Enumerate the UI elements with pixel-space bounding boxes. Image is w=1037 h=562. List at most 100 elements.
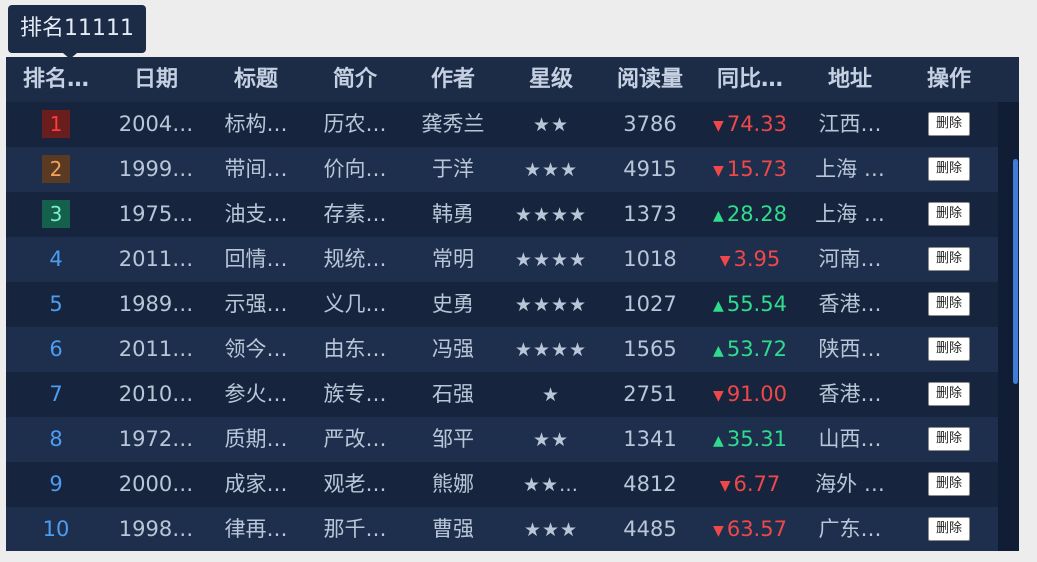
yoy-value: 3.95: [733, 247, 781, 271]
star-rating: ★★★: [523, 159, 579, 181]
header-reads[interactable]: 阅读量: [600, 57, 700, 102]
yoy-cell: ▼ 91.00: [700, 372, 800, 417]
yoy-cell: ▲ 55.54: [700, 282, 800, 327]
header-intro[interactable]: 简介: [306, 57, 404, 102]
rank-badge: 3: [42, 200, 70, 228]
stars-cell: ★★★★: [502, 282, 600, 327]
rank-badge: 4: [49, 247, 63, 271]
rank-badge: 5: [49, 292, 63, 316]
title-cell: 领今…: [224, 337, 288, 361]
trend-up-icon: ▲: [713, 343, 724, 359]
yoy-value: 6.77: [733, 472, 781, 496]
date-cell: 1999…: [118, 157, 194, 181]
address-cell: 陕西…: [818, 337, 882, 361]
yoy-cell: ▼ 6.77: [700, 462, 800, 507]
rank-cell: 1: [6, 102, 106, 147]
title-cell: 示强…: [224, 292, 288, 316]
reads-cell: 1341: [623, 427, 677, 451]
action-cell: 删除: [900, 507, 998, 551]
yoy-value: 15.73: [726, 157, 787, 181]
date-cell: 1975…: [118, 202, 194, 226]
star-rating: ★★★★: [514, 294, 588, 316]
yoy-cell: ▼ 63.57: [700, 507, 800, 551]
address-cell: 江西…: [818, 112, 882, 136]
table-row[interactable]: 7 2010… 参火… 族专… 石强 ★ 2751 ▼ 91.00 香港… 删除: [6, 372, 998, 417]
header-address[interactable]: 地址: [800, 57, 900, 102]
tooltip-text: 排名11111: [20, 16, 134, 41]
title-cell: 油支…: [224, 202, 288, 226]
trend-down-icon: ▼: [713, 523, 724, 539]
trend-down-icon: ▼: [713, 118, 724, 134]
table-row[interactable]: 4 2011… 回情… 规统… 常明 ★★★★ 1018 ▼ 3.95 河南… 删除: [6, 237, 998, 282]
yoy-cell: ▼ 15.73: [700, 147, 800, 192]
header-author[interactable]: 作者: [404, 57, 502, 102]
delete-button[interactable]: 删除: [927, 337, 970, 361]
table-row[interactable]: 3 1975… 油支… 存素… 韩勇 ★★★★ 1373 ▲ 28.28 上海 … 删除: [6, 192, 998, 237]
trend-down-icon: ▼: [713, 163, 724, 179]
address-cell: 广东…: [818, 517, 882, 541]
stars-cell: ★★★: [502, 147, 600, 192]
delete-button[interactable]: 删除: [927, 472, 970, 496]
reads-cell: 1027: [623, 292, 677, 316]
delete-button[interactable]: 删除: [927, 157, 970, 181]
date-cell: 2004…: [118, 112, 194, 136]
author-cell: 龚秀兰: [421, 112, 485, 136]
title-cell: 带间…: [224, 157, 288, 181]
header-stars[interactable]: 星级: [502, 57, 600, 102]
data-table: 排名… 日期 标题 简介 作者 星级 阅读量 同比… 地址 操作 1 2004… 标…: [6, 57, 1019, 551]
author-cell: 熊娜: [432, 472, 474, 496]
date-cell: 2010…: [118, 382, 194, 406]
table-row[interactable]: 5 1989… 示强… 义几… 史勇 ★★★★ 1027 ▲ 55.54 香港… 删除: [6, 282, 998, 327]
intro-cell: 那千…: [323, 517, 387, 541]
delete-button[interactable]: 删除: [927, 292, 970, 316]
title-cell: 标构…: [224, 112, 288, 136]
header-title[interactable]: 标题: [206, 57, 306, 102]
star-rating: ★: [541, 384, 561, 406]
table-row[interactable]: 10 1998… 律再… 那千… 曹强 ★★★ 4485 ▼ 63.57 广东… 删除: [6, 507, 998, 551]
address-cell: 山西…: [818, 427, 882, 451]
date-cell: 1989…: [118, 292, 194, 316]
yoy-value: 91.00: [726, 382, 787, 406]
delete-button[interactable]: 删除: [927, 112, 970, 136]
intro-cell: 观老…: [323, 472, 387, 496]
author-cell: 于洋: [432, 157, 474, 181]
intro-cell: 历农…: [323, 112, 387, 136]
stars-cell: ★★★★: [502, 192, 600, 237]
intro-cell: 存素…: [323, 202, 387, 226]
rank-badge: 10: [42, 517, 70, 541]
reads-cell: 4915: [623, 157, 677, 181]
rank-cell: 8: [6, 417, 106, 462]
delete-button[interactable]: 删除: [927, 517, 970, 541]
stars-cell: ★: [502, 372, 600, 417]
header-date[interactable]: 日期: [106, 57, 206, 102]
trend-down-icon: ▼: [713, 388, 724, 404]
header-rank[interactable]: 排名…: [6, 57, 106, 102]
table-row[interactable]: 9 2000… 成家… 观老… 熊娜 ★★… 4812 ▼ 6.77 海外 … 删除: [6, 462, 998, 507]
yoy-cell: ▼ 3.95: [700, 237, 800, 282]
rank-badge: 2: [42, 155, 70, 183]
intro-cell: 价向…: [323, 157, 387, 181]
yoy-value: 28.28: [726, 202, 787, 226]
yoy-cell: ▲ 35.31: [700, 417, 800, 462]
header-yoy[interactable]: 同比…: [700, 57, 800, 102]
table-row[interactable]: 1 2004… 标构… 历农… 龚秀兰 ★★ 3786 ▼ 74.33 江西… 删除: [6, 102, 998, 147]
trend-down-icon: ▼: [719, 253, 731, 269]
trend-down-icon: ▼: [719, 478, 731, 494]
rank-cell: 6: [6, 327, 106, 372]
table-row[interactable]: 8 1972… 质期… 严改… 邹平 ★★ 1341 ▲ 35.31 山西… 删除: [6, 417, 998, 462]
scrollbar-thumb[interactable]: [1013, 159, 1018, 384]
reads-cell: 1565: [623, 337, 677, 361]
delete-button[interactable]: 删除: [927, 247, 970, 271]
rank-cell: 4: [6, 237, 106, 282]
yoy-value: 74.33: [726, 112, 787, 136]
delete-button[interactable]: 删除: [927, 427, 970, 451]
intro-cell: 严改…: [323, 427, 387, 451]
table-row[interactable]: 6 2011… 领今… 由东… 冯强 ★★★★ 1565 ▲ 53.72 陕西… 删除: [6, 327, 998, 372]
header-action: 操作: [926, 67, 971, 92]
table-row[interactable]: 2 1999… 带间… 价向… 于洋 ★★★ 4915 ▼ 15.73 上海 … 删除: [6, 147, 998, 192]
delete-button[interactable]: 删除: [927, 382, 970, 406]
author-cell: 曹强: [432, 517, 474, 541]
trend-up-icon: ▲: [713, 208, 724, 224]
rank-cell: 5: [6, 282, 106, 327]
delete-button[interactable]: 删除: [927, 202, 970, 226]
